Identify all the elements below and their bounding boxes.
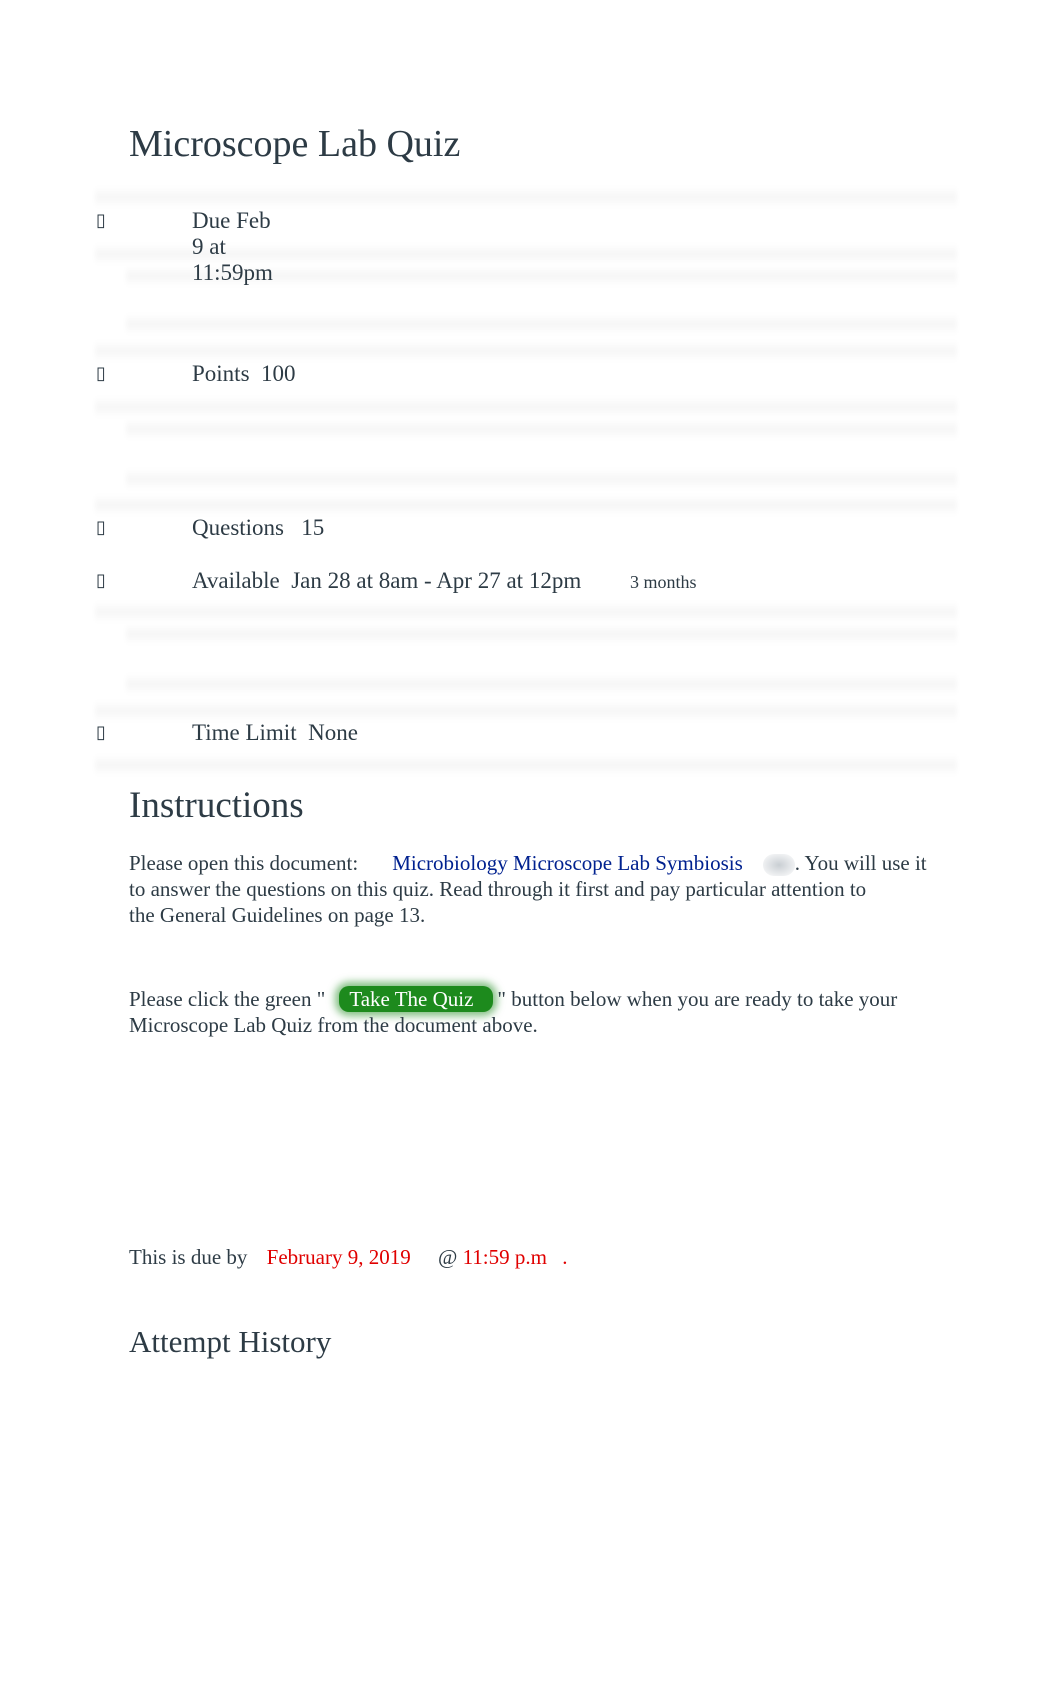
detail-label: Points 100 xyxy=(192,361,296,386)
divider xyxy=(95,700,957,722)
divider xyxy=(126,418,957,440)
instructions-text: Please open this document: xyxy=(129,851,359,875)
detail-label: Time Limit None xyxy=(192,720,358,745)
detail-label: Available Jan 28 at 8am - Apr 27 at 12pm xyxy=(192,568,582,593)
instructions-text: the General Guidelines on page 13. xyxy=(129,903,426,928)
divider xyxy=(95,754,957,776)
take-quiz-highlight: Take The Quiz xyxy=(339,986,494,1012)
due-prefix: This is due by xyxy=(129,1245,248,1269)
clock-icon: ▯ xyxy=(96,570,106,591)
page-title: Microscope Lab Quiz xyxy=(129,123,461,165)
divider xyxy=(95,601,957,623)
divider xyxy=(126,313,957,335)
due-date: February 9, 2019 xyxy=(266,1245,411,1269)
divider xyxy=(95,340,957,362)
instructions-paragraph-2: Please click the green " Take The Quiz " b… xyxy=(129,986,949,1038)
instructions-text: Microscope Lab Quiz from the document ab… xyxy=(129,1013,538,1037)
divider xyxy=(95,186,957,208)
instructions-text: " button below when you are ready to tak… xyxy=(497,987,898,1011)
due-period: . xyxy=(562,1245,568,1269)
due-time: 11:59 p.m xyxy=(462,1245,547,1269)
due-line: This is due by February 9, 2019 @ 11:59 … xyxy=(129,1244,949,1270)
divider xyxy=(126,623,957,645)
questions-icon: ▯ xyxy=(96,517,106,538)
divider xyxy=(95,396,957,418)
timer-icon: ▯ xyxy=(96,722,106,743)
attempt-history-heading: Attempt History xyxy=(129,1324,332,1359)
instructions-text: . You will use it xyxy=(794,851,927,875)
detail-label: Due Feb 9 at 11:59pm xyxy=(192,208,273,285)
points-icon: ▯ xyxy=(96,363,106,384)
due-at: @ xyxy=(437,1245,458,1269)
availability-duration: 3 months xyxy=(630,572,697,592)
instructions-text: to answer the questions on this quiz. Re… xyxy=(129,877,867,902)
detail-label: Questions 15 xyxy=(192,515,325,540)
instructions-text: Please click the green " xyxy=(129,987,326,1011)
instructions-heading: Instructions xyxy=(129,785,304,826)
calendar-icon: ▯ xyxy=(96,210,106,231)
divider xyxy=(95,494,957,516)
file-preview-icon[interactable] xyxy=(762,854,795,877)
document-link[interactable]: Microbiology Microscope Lab Symbiosis xyxy=(392,851,743,875)
divider xyxy=(126,468,957,490)
divider xyxy=(126,673,957,695)
instructions-paragraph-1: Please open this document: Microbiology M… xyxy=(129,850,949,928)
